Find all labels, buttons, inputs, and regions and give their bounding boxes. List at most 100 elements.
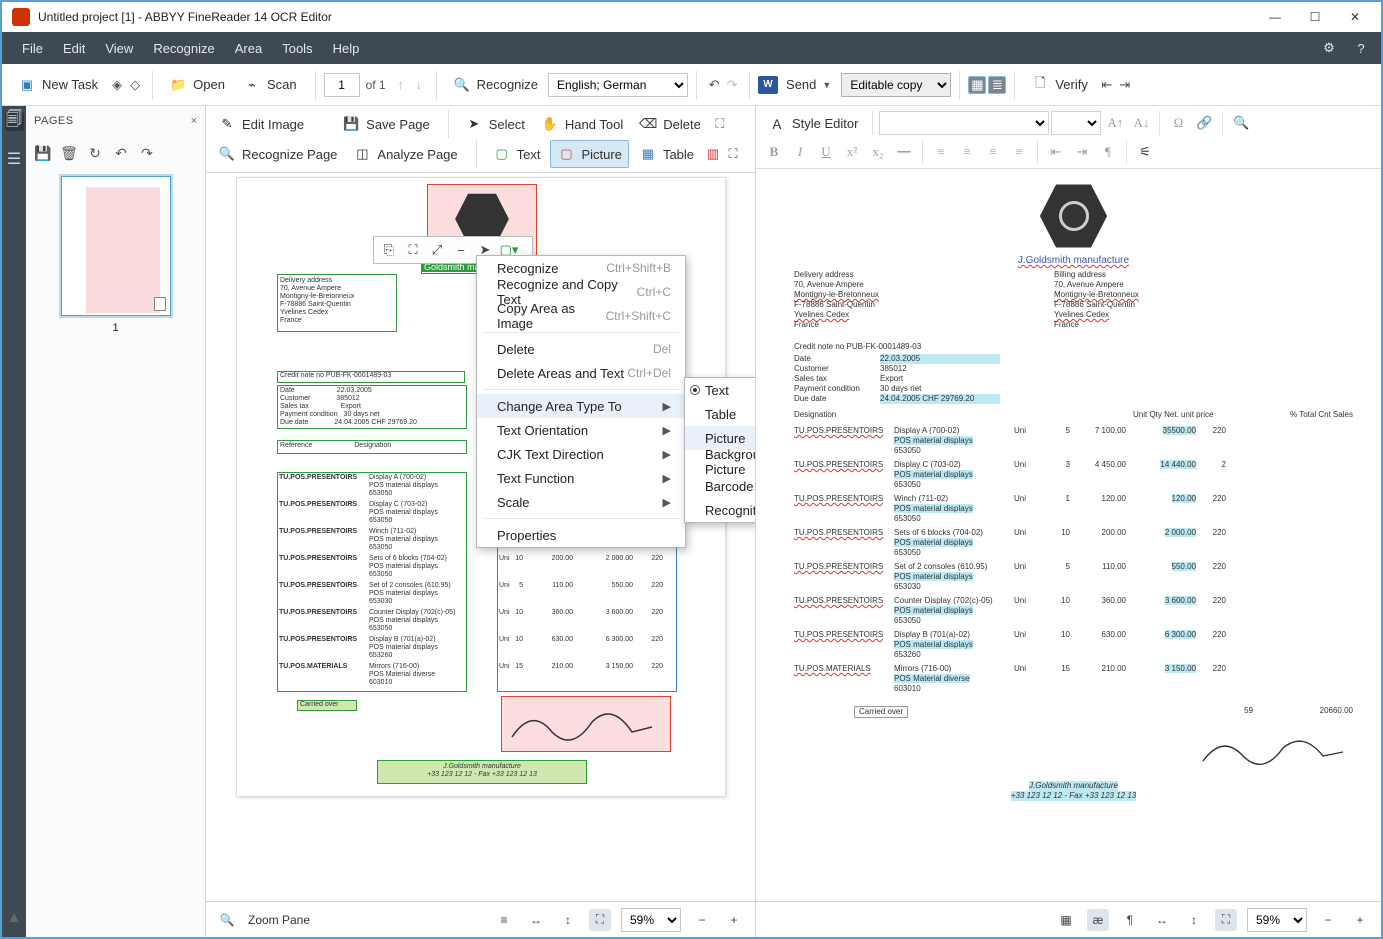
ctx-sub-item[interactable]: TableCtrl+3 bbox=[685, 402, 755, 426]
hand-tool-button[interactable]: ✋Hand Tool bbox=[535, 111, 629, 137]
indent-decrease-icon[interactable]: ⇤ bbox=[1044, 140, 1068, 164]
ctx-sub-item[interactable]: Recognition AreaCtrl+1 bbox=[685, 498, 755, 522]
menu-view[interactable]: View bbox=[95, 35, 143, 62]
send-mode-select[interactable]: Editable copy bbox=[841, 73, 951, 97]
ctx-item[interactable]: CJK Text Direction▶ bbox=[477, 442, 685, 466]
menu-file[interactable]: File bbox=[12, 35, 53, 62]
text-zoom-select[interactable]: 59% bbox=[1247, 908, 1307, 932]
layer-up-icon[interactable]: ◇ bbox=[126, 76, 144, 94]
menu-tools[interactable]: Tools bbox=[272, 35, 322, 62]
maximize-button[interactable]: ☐ bbox=[1295, 4, 1335, 30]
send-button[interactable]: Send▼ bbox=[778, 73, 839, 96]
open-button[interactable]: 📁Open bbox=[161, 72, 233, 98]
subscript-icon[interactable]: x₂ bbox=[866, 140, 890, 164]
copy-icon[interactable]: ⎘ bbox=[378, 239, 400, 261]
redo-icon[interactable]: ↷ bbox=[723, 76, 741, 94]
recognize-page-button[interactable]: 🔍Recognize Page bbox=[212, 141, 343, 167]
text-fit-page-icon[interactable]: ⛶ bbox=[1215, 909, 1237, 931]
show-markers-icon[interactable]: æ bbox=[1087, 909, 1109, 931]
recognize-button[interactable]: 🔍Recognize bbox=[445, 72, 546, 98]
crop-icon[interactable]: ⛶ bbox=[711, 115, 729, 133]
warning-icon[interactable]: ▲ bbox=[5, 908, 24, 927]
table-zone-button[interactable]: ▦Table bbox=[633, 141, 700, 167]
carried-over-zone[interactable]: Carried over bbox=[297, 700, 357, 711]
barcode-zone-icon[interactable]: ▥ bbox=[704, 145, 722, 163]
increase-font-icon[interactable]: A↑ bbox=[1103, 111, 1127, 135]
style-editor-button[interactable]: ＡStyle Editor bbox=[762, 110, 864, 136]
language-select[interactable]: English; German bbox=[548, 73, 688, 97]
ctx-sub-item[interactable]: BarcodeCtrl+5 bbox=[685, 474, 755, 498]
zoom-out-icon[interactable]: − bbox=[691, 909, 713, 931]
save-page-button[interactable]: 💾Save Page bbox=[336, 111, 436, 137]
image-canvas[interactable]: Goldsmith manufacture ⎘ ⛶ ⤢ − ➤ ▢▾ Deliv… bbox=[206, 173, 755, 901]
decrease-font-icon[interactable]: A↓ bbox=[1129, 111, 1153, 135]
delete-icon[interactable]: 🗑 bbox=[58, 142, 80, 164]
layout-text-icon[interactable]: ≣ bbox=[988, 76, 1006, 94]
ctx-item[interactable]: Delete Areas and TextCtrl+Del bbox=[477, 361, 685, 385]
superscript-icon[interactable]: x² bbox=[840, 140, 864, 164]
zoom-in-icon[interactable]: + bbox=[723, 909, 745, 931]
ctx-item[interactable]: Scale▶ bbox=[477, 490, 685, 514]
ctx-sub-item[interactable]: Background PictureCtrl+6 bbox=[685, 450, 755, 474]
signature-zone[interactable] bbox=[501, 696, 671, 752]
fit-height-icon[interactable]: ↕ bbox=[557, 909, 579, 931]
omega-icon[interactable]: Ω bbox=[1166, 111, 1190, 135]
menu-recognize[interactable]: Recognize bbox=[143, 35, 224, 62]
ctx-item[interactable]: Text Orientation▶ bbox=[477, 418, 685, 442]
font-select[interactable] bbox=[879, 111, 1049, 135]
zoom-select[interactable]: 59% bbox=[621, 908, 681, 932]
ctx-item[interactable]: Change Area Type To▶ bbox=[477, 394, 685, 418]
text-zoom-in-icon[interactable]: + bbox=[1349, 909, 1371, 931]
next-issue-icon[interactable]: ⇥ bbox=[1116, 76, 1134, 94]
ref-header-zone[interactable]: Reference Designation bbox=[277, 440, 467, 454]
meta-zone[interactable]: Date 22.03.2005 Customer 385012 Sales ta… bbox=[277, 385, 467, 429]
ruler-icon[interactable]: ≡ bbox=[493, 909, 515, 931]
fit-page-icon[interactable]: ⛶ bbox=[589, 909, 611, 931]
link-icon[interactable]: 🔗 bbox=[1192, 111, 1216, 135]
prev-issue-icon[interactable]: ⇤ bbox=[1098, 76, 1116, 94]
select-tool-button[interactable]: ➤Select bbox=[459, 111, 531, 137]
zoom-pane-label[interactable]: Zoom Pane bbox=[248, 913, 310, 927]
verify-button[interactable]: 🗋Verify bbox=[1023, 72, 1096, 98]
align-center-icon[interactable]: ≡ bbox=[955, 140, 979, 164]
bold-icon[interactable]: B bbox=[762, 140, 786, 164]
options-icon[interactable]: ⚟ bbox=[1133, 140, 1157, 164]
page-next-icon[interactable]: ↓ bbox=[410, 76, 428, 94]
rotate-left-icon[interactable]: ↶ bbox=[110, 142, 132, 164]
list-tab-icon[interactable]: ☰ bbox=[5, 149, 24, 168]
underline-icon[interactable]: U bbox=[814, 140, 838, 164]
page-prev-icon[interactable]: ↑ bbox=[392, 76, 410, 94]
search-icon[interactable]: 🔍 bbox=[1229, 111, 1253, 135]
pages-close-icon[interactable]: × bbox=[191, 115, 197, 127]
picture-zone-button[interactable]: ▢Picture bbox=[550, 140, 628, 168]
zoom-pane-icon[interactable]: 🔍 bbox=[216, 909, 238, 931]
ctx-item[interactable]: DeleteDel bbox=[477, 337, 685, 361]
menu-help[interactable]: Help bbox=[323, 35, 370, 62]
fit-icon[interactable]: ⛶ bbox=[402, 239, 424, 261]
menu-edit[interactable]: Edit bbox=[53, 35, 95, 62]
indent-increase-icon[interactable]: ⇥ bbox=[1070, 140, 1094, 164]
page-thumbnail[interactable] bbox=[61, 176, 171, 316]
text-canvas[interactable]: J.Goldsmith manufacture Delivery address… bbox=[756, 169, 1381, 901]
analyze-page-button[interactable]: ◫Analyze Page bbox=[347, 141, 463, 167]
help-icon[interactable]: ? bbox=[1351, 38, 1371, 58]
scan-button[interactable]: ⌁Scan bbox=[235, 72, 305, 98]
font-size-select[interactable] bbox=[1051, 111, 1101, 135]
close-button[interactable]: ✕ bbox=[1335, 4, 1375, 30]
text-fit-height-icon[interactable]: ↕ bbox=[1183, 909, 1205, 931]
page-number-input[interactable] bbox=[324, 73, 360, 97]
ctx-item[interactable]: Properties bbox=[477, 523, 685, 547]
edit-image-button[interactable]: ✎Edit Image bbox=[212, 111, 310, 137]
ctx-item[interactable]: Text Function▶ bbox=[477, 466, 685, 490]
rotate-right-icon[interactable]: ↷ bbox=[136, 142, 158, 164]
minus-icon[interactable]: − bbox=[450, 239, 472, 261]
text-zone-button[interactable]: ▢Text bbox=[487, 141, 547, 167]
fit-width-icon[interactable]: ↔ bbox=[525, 909, 547, 931]
expand-icon[interactable]: ⤢ bbox=[426, 239, 448, 261]
view-grid-icon[interactable]: ▦ bbox=[1055, 909, 1077, 931]
text-fit-width-icon[interactable]: ↔ bbox=[1151, 909, 1173, 931]
undo-icon[interactable]: ↶ bbox=[705, 76, 723, 94]
new-task-button[interactable]: ▣New Task bbox=[10, 72, 106, 98]
layer-down-icon[interactable]: ◈ bbox=[108, 76, 126, 94]
align-right-icon[interactable]: ≡ bbox=[981, 140, 1005, 164]
